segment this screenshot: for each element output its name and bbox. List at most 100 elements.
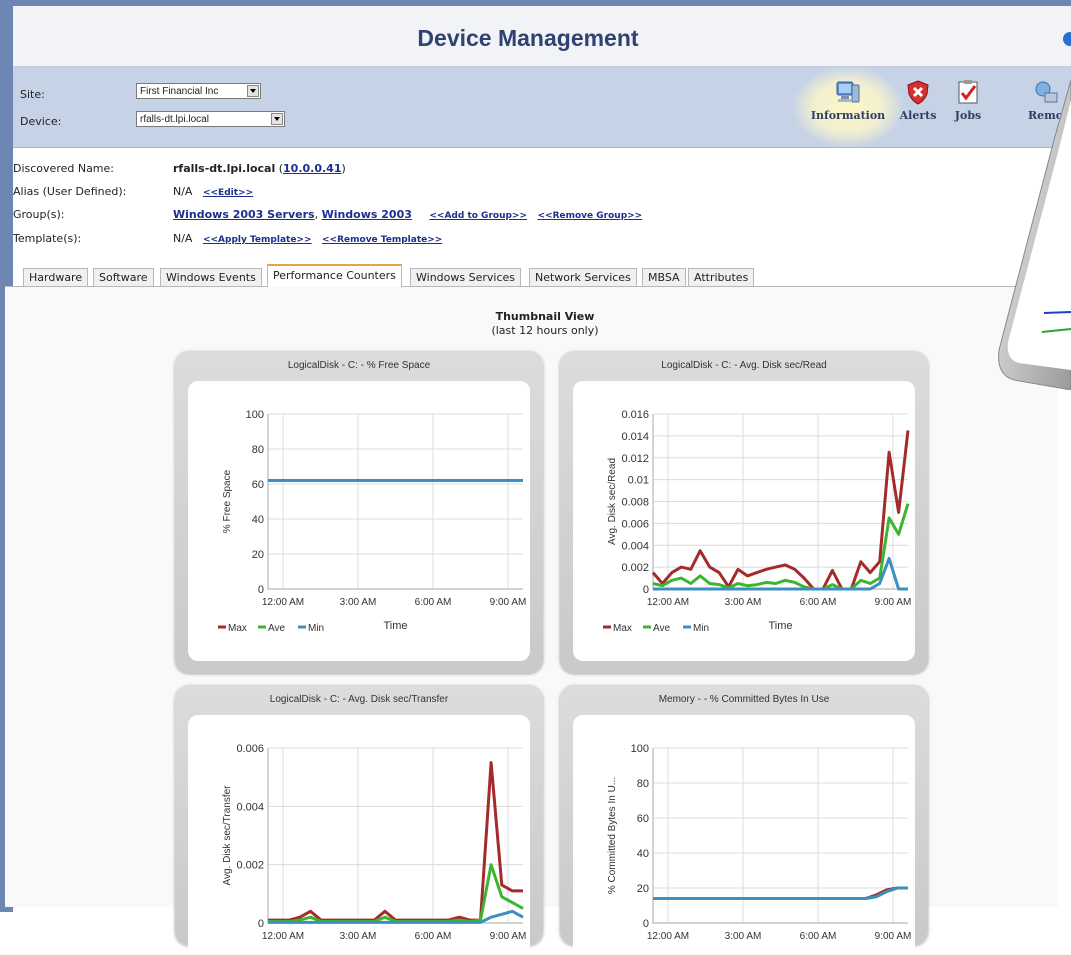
chart-disk-transfer: 0 0.002 0.004 0.006 12:00 AM 3:00 AM 6:00 AM 9:… [222,743,527,942]
nav-jobs-button[interactable]: Jobs [948,79,988,139]
site-select-value: First Financial Inc [140,86,219,97]
x-axis-label: Time [768,620,792,632]
x-tick-label: 6:00 AM [800,597,837,608]
chevron-down-icon[interactable] [271,113,283,125]
chart-area: 0 20 40 60 80 100 12:00 AM 3:00 AM 6:00 AM 9:00 A… [573,715,915,955]
y-axis-label: % Free Space [222,469,233,533]
y-tick-label: 60 [637,813,649,825]
y-tick-label: 0.01 [628,475,649,487]
alert-shield-icon [907,80,929,105]
y-tick-label: 0.012 [621,453,649,465]
computer-icon [836,81,860,103]
y-tick-label: 0.002 [236,860,264,872]
y-axis-label: Avg. Disk sec/Transfer [222,785,233,886]
y-tick-label: 0.016 [621,409,649,421]
apply-template-link[interactable]: <<Apply Template>> [203,235,312,245]
x-tick-label: 12:00 AM [647,931,689,942]
title-bar: Device Management [13,6,1071,67]
chart-free-space: 0 20 40 60 80 100 12:00 AM 3:00 AM 6:00 AM 9:00 A… [218,409,526,634]
y-tick-label: 0.014 [621,431,649,443]
x-tick-label: 12:00 AM [262,931,304,942]
legend-label: Max [228,623,247,634]
nav-information-label: Information [810,109,886,122]
x-tick-label: 6:00 AM [415,597,452,608]
discovered-label: Discovered Name: [13,162,114,175]
remove-template-link[interactable]: <<Remove Template>> [322,235,442,245]
y-tick-label: 40 [637,848,649,860]
y-tick-label: 80 [252,444,264,456]
alias-edit-link[interactable]: <<Edit>> [203,188,253,198]
x-tick-label: 3:00 AM [725,931,762,942]
performance-content: Thumbnail View (last 12 hours only) Logi… [5,287,1058,955]
x-tick-label: 3:00 AM [340,931,377,942]
template-value-wrap: N/A <<Apply Template>> <<Remove Template… [173,232,442,245]
x-tick-label: 3:00 AM [725,597,762,608]
discovered-ip-link[interactable]: 10.0.0.41 [283,162,341,175]
y-tick-label: 0 [643,918,649,930]
y-tick-label: 0.008 [621,497,649,509]
tab-performance-counters[interactable]: Performance Counters [267,264,402,287]
series-line-ave [652,503,910,591]
x-tick-label: 12:00 AM [647,597,689,608]
tab-windows-services[interactable]: Windows Services [410,268,521,286]
chart-title: LogicalDisk - C: - Avg. Disk sec/Read [661,360,827,371]
alias-value-wrap: N/A <<Edit>> [173,185,253,198]
x-tick-label: 9:00 AM [875,597,912,608]
chevron-down-icon[interactable] [247,85,259,97]
add-to-group-link[interactable]: <<Add to Group>> [429,211,527,221]
tab-windows-events[interactable]: Windows Events [160,268,262,286]
selector-bar: Site: First Financial Inc Device: rfalls… [13,67,1071,148]
group-label: Group(s): [13,208,65,221]
chart-panel-disk-read: LogicalDisk - C: - Avg. Disk sec/Read 00… [560,351,928,673]
nav-jobs-label: Jobs [954,109,982,122]
y-tick-label: 0 [258,918,264,930]
group-value-wrap: Windows 2003 Servers, Windows 2003 <<Add… [173,208,643,221]
tab-mbsa[interactable]: MBSA [642,268,686,286]
x-tick-label: 9:00 AM [875,931,912,942]
tab-attributes[interactable]: Attributes [688,268,755,286]
site-select[interactable]: First Financial Inc [136,83,261,99]
legend-label: Ave [653,623,670,634]
device-details: Discovered Name: rfalls-dt.lpi.local (10… [13,146,713,256]
y-tick-label: 0.006 [236,743,264,755]
x-tick-label: 3:00 AM [340,597,377,608]
help-icon[interactable] [1063,32,1071,46]
group-link-1[interactable]: Windows 2003 Servers [173,208,315,221]
checklist-icon [958,80,978,104]
tab-network-services[interactable]: Network Services [529,268,637,286]
y-tick-label: 20 [637,883,649,895]
device-label: Device: [20,115,62,128]
template-value: N/A [173,232,193,245]
y-tick-label: 0 [258,584,264,596]
chart-area: 0 20 40 60 80 100 12:00 AM 3:00 AM 6:00 AM 9:00 A… [188,381,530,661]
tab-software[interactable]: Software [93,268,154,286]
group-link-2[interactable]: Windows 2003 [322,208,412,221]
series-line-max [651,430,910,591]
alias-label: Alias (User Defined): [13,185,127,198]
nav-alerts-button[interactable]: Alerts [896,79,940,139]
device-select-value: rfalls-dt.lpi.local [140,114,209,125]
x-tick-label: 12:00 AM [262,597,304,608]
device-select[interactable]: rfalls-dt.lpi.local [136,111,285,127]
y-tick-label: 40 [252,514,264,526]
legend-label: Min [308,623,324,634]
thumbnail-subtitle: (last 12 hours only) [491,324,599,337]
chart-committed-bytes: 0 20 40 60 80 100 12:00 AM 3:00 AM 6:00 AM 9:00 A… [607,743,912,942]
y-tick-label: 0.004 [621,540,649,552]
discovered-value-wrap: rfalls-dt.lpi.local (10.0.0.41) [173,162,346,175]
y-tick-label: 20 [252,549,264,561]
series-line-min [653,886,908,900]
nav-information-button[interactable]: Information [798,79,898,139]
chart-panel-committed-bytes: Memory - - % Committed Bytes In Use 0 20 4… [560,685,928,955]
chart-title: Memory - - % Committed Bytes In Use [658,694,830,705]
x-tick-label: 9:00 AM [490,931,527,942]
tab-hardware[interactable]: Hardware [23,268,89,286]
chart-disk-read: 0 0.002 0.004 0.006 0.008 0.01 0.012 0.014 0.016… [603,409,912,634]
remove-group-link[interactable]: <<Remove Group>> [538,211,643,221]
thumbnail-title: Thumbnail View [495,310,595,323]
legend-label: Max [613,623,632,634]
y-axis-label: Avg. Disk sec/Read [607,458,618,545]
y-tick-label: 80 [637,778,649,790]
alias-value: N/A [173,185,193,198]
nav-alerts-label: Alerts [899,109,937,122]
